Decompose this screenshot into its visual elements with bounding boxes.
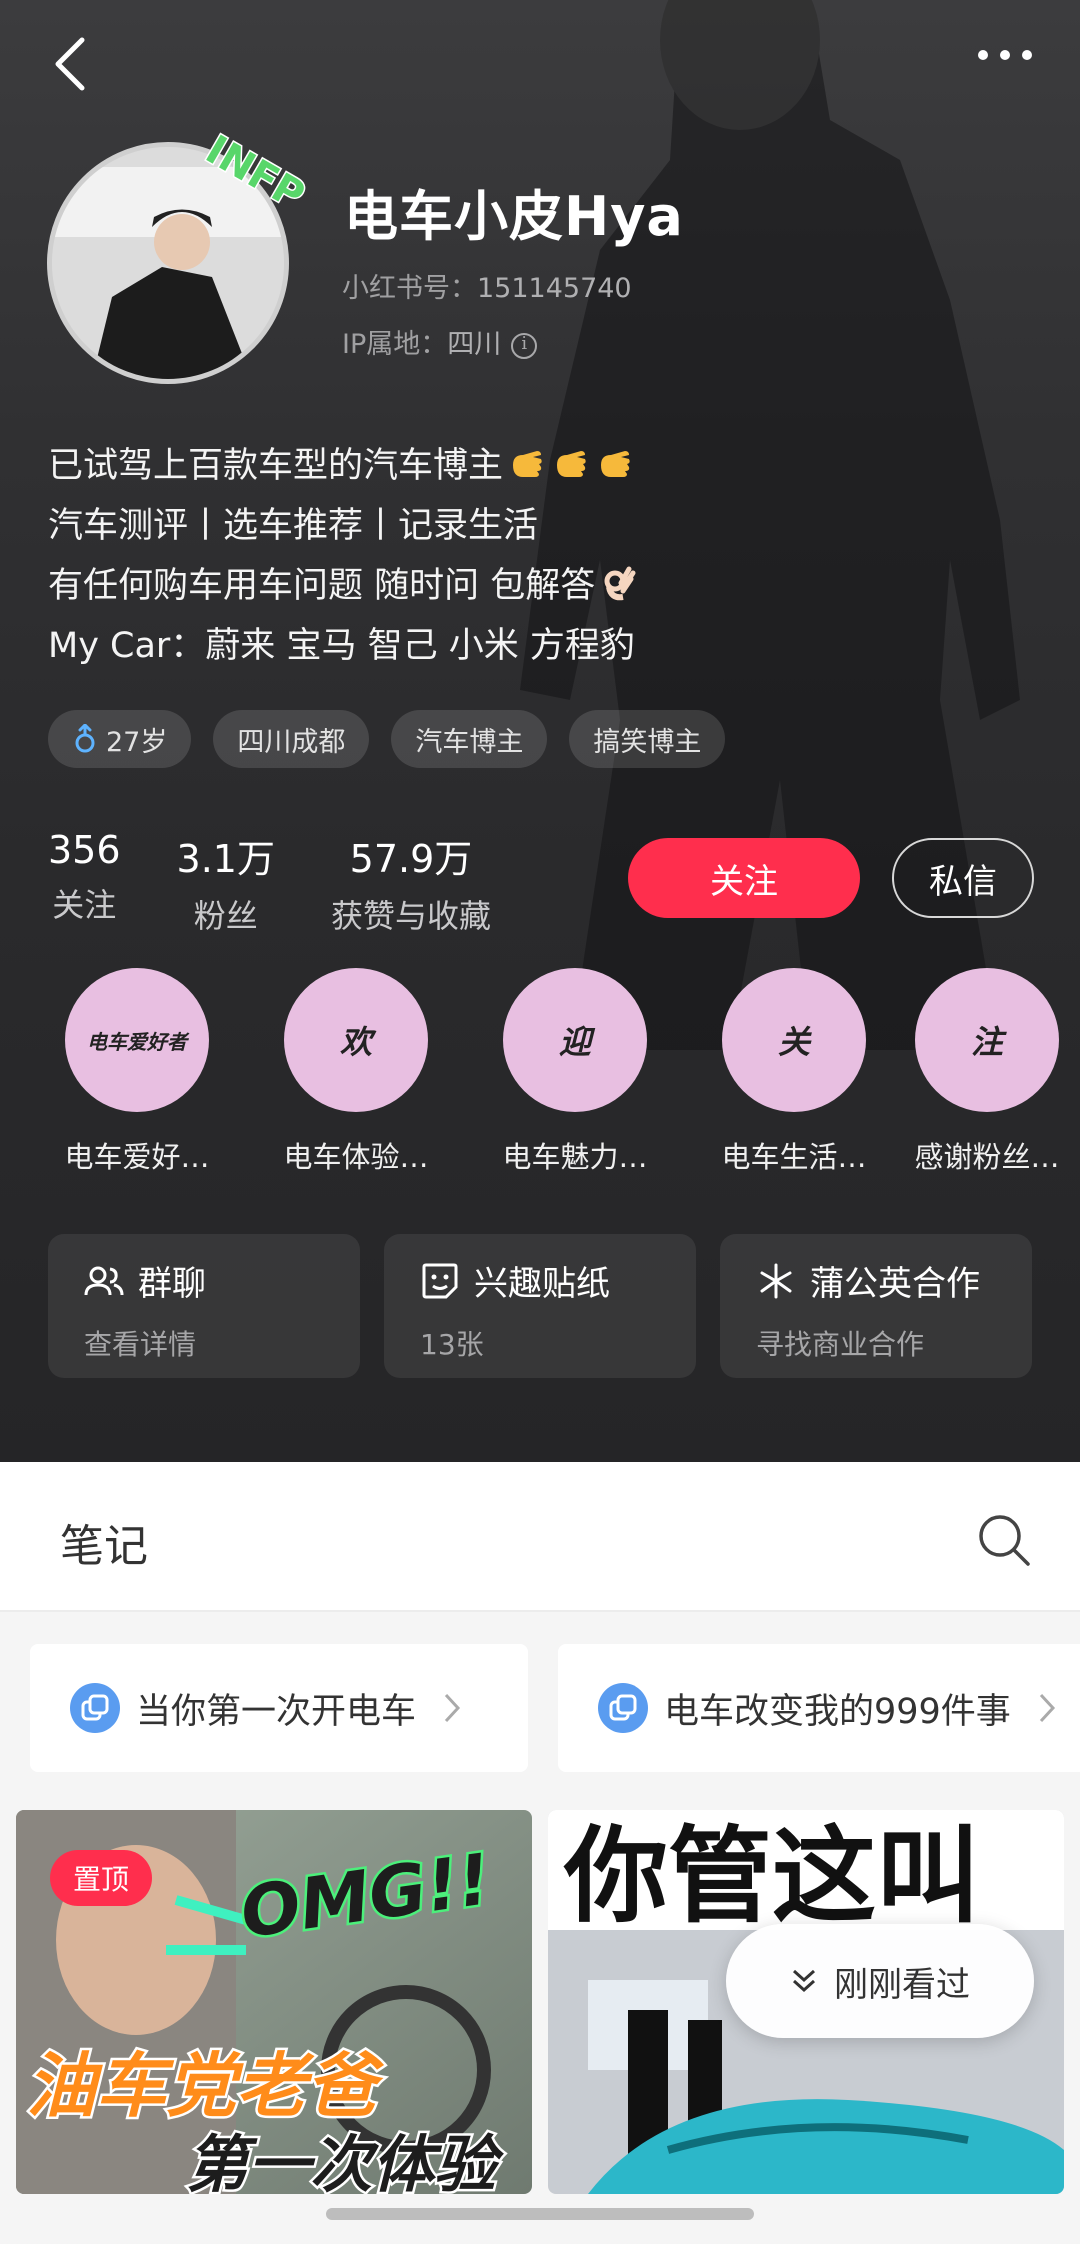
feature-cards: 群聊 查看详情 兴趣贴纸 13张 蒲公英合作 寻找商业合作: [48, 1234, 1032, 1378]
bio-line: My Car：蔚来 宝马 智己 小米 方程豹: [48, 626, 635, 666]
thumbs-hand-icon: [557, 451, 586, 477]
double-chevron-down-icon: [792, 1969, 816, 1993]
group-avatar: 欢: [284, 968, 428, 1112]
note-collections: 当你第一次开电车 电车改变我的999件事: [0, 1612, 1080, 1798]
user-id[interactable]: 小红书号：151145740: [342, 266, 632, 305]
collection-item[interactable]: 电车改变我的999件事: [558, 1644, 1080, 1772]
group-item[interactable]: 电车爱好者 电车爱好…: [37, 968, 237, 1176]
message-button[interactable]: 私信: [892, 838, 1034, 918]
dandelion-icon: [760, 1263, 792, 1298]
profile-bio: 已试驾上百款车型的汽车博主 汽车测评丨选车推荐丨记录生活 有任何购车用车问题 随…: [48, 436, 639, 676]
pinned-badge: 置顶: [50, 1850, 152, 1906]
group-avatar: 电车爱好者: [65, 968, 209, 1112]
tag-location: 四川成都: [213, 710, 370, 768]
bio-line: 汽车测评丨选车推荐丨记录生活: [48, 506, 539, 546]
svg-text:油车党老爸: 油车党老爸: [26, 2045, 385, 2127]
info-icon[interactable]: [511, 332, 538, 359]
male-gender-icon: [75, 724, 95, 753]
search-icon[interactable]: [976, 1512, 1032, 1568]
note-card-pinned[interactable]: OMG!! 油车党老爸 第一次体验 置顶: [16, 1810, 532, 2194]
svg-text:第一次体验: 第一次体验: [186, 2128, 504, 2194]
ip-location: IP属地：四川: [342, 322, 538, 361]
group-avatar: 迎: [503, 968, 647, 1112]
thumbs-hand-icon: [601, 451, 630, 477]
collection-icon: [598, 1683, 648, 1733]
group-avatar: 关: [722, 968, 866, 1112]
dandelion-cooperation-card[interactable]: 蒲公英合作 寻找商业合作: [720, 1234, 1032, 1378]
group-label: 感谢粉丝…: [914, 1140, 1060, 1174]
group-item[interactable]: 关 电车生活…: [694, 968, 894, 1176]
sticker-card[interactable]: 兴趣贴纸 13张: [384, 1234, 696, 1378]
group-item[interactable]: 迎 电车魅力…: [475, 968, 675, 1176]
svg-text:你管这叫: 你管这叫: [563, 1815, 980, 1937]
group-avatar: 注: [915, 968, 1059, 1112]
chevron-right-icon: [444, 1693, 461, 1723]
bio-line: 有任何购车用车问题 随时问 包解答: [48, 556, 639, 616]
recently-viewed-button[interactable]: 刚刚看过: [726, 1924, 1034, 2038]
tag-category: 搞笑博主: [569, 710, 726, 768]
stat-following[interactable]: 356 关注: [48, 828, 121, 937]
svg-text:INFP: INFP: [200, 127, 310, 219]
tag-age: 27岁: [48, 710, 192, 768]
follow-button[interactable]: 关注: [628, 838, 860, 918]
notes-tab[interactable]: 笔记: [60, 1510, 148, 1574]
group-label: 电车爱好…: [64, 1140, 210, 1174]
profile-nickname: 电车小皮Hya: [344, 185, 684, 248]
thumbs-hand-icon: [513, 451, 542, 477]
tag-category: 汽车博主: [391, 710, 548, 768]
notes-header: 笔记: [0, 1462, 1080, 1612]
chevron-right-icon: [1039, 1693, 1055, 1723]
back-icon[interactable]: [50, 36, 90, 92]
group-item[interactable]: 欢 电车体验…: [256, 968, 456, 1176]
stat-followers[interactable]: 3.1万 粉丝: [177, 828, 275, 937]
group-chat-icon: [84, 1266, 124, 1295]
group-label: 电车魅力…: [502, 1140, 648, 1174]
collection-item[interactable]: 当你第一次开电车: [30, 1644, 528, 1772]
group-label: 电车生活…: [721, 1140, 867, 1174]
mbti-badge: INFP: [200, 125, 310, 220]
ok-hand-icon: [604, 566, 636, 601]
fan-groups: 电车爱好者 电车爱好… 欢 电车体验… 迎 电车魅力… 关 电车生活… 注 感谢…: [0, 968, 1080, 1178]
group-item[interactable]: 注 感谢粉丝…: [894, 968, 1080, 1176]
home-indicator[interactable]: [326, 2208, 754, 2220]
group-label: 电车体验…: [283, 1140, 429, 1174]
profile-header: INFP 电车小皮Hya 小红书号：151145740 IP属地：四川 已试驾上…: [0, 0, 1080, 1462]
group-chat-card[interactable]: 群聊 查看详情: [48, 1234, 360, 1378]
stat-likes-collects[interactable]: 57.9万 获赞与收藏: [331, 828, 491, 937]
collection-icon: [70, 1683, 120, 1733]
profile-stats: 356 关注 3.1万 粉丝 57.9万 获赞与收藏: [48, 828, 547, 937]
sticker-icon: [422, 1263, 458, 1298]
bio-line: 已试驾上百款车型的汽车博主: [48, 436, 639, 496]
more-options-icon[interactable]: [970, 40, 1040, 70]
profile-tags: 27岁 四川成都 汽车博主 搞笑博主: [48, 710, 726, 768]
